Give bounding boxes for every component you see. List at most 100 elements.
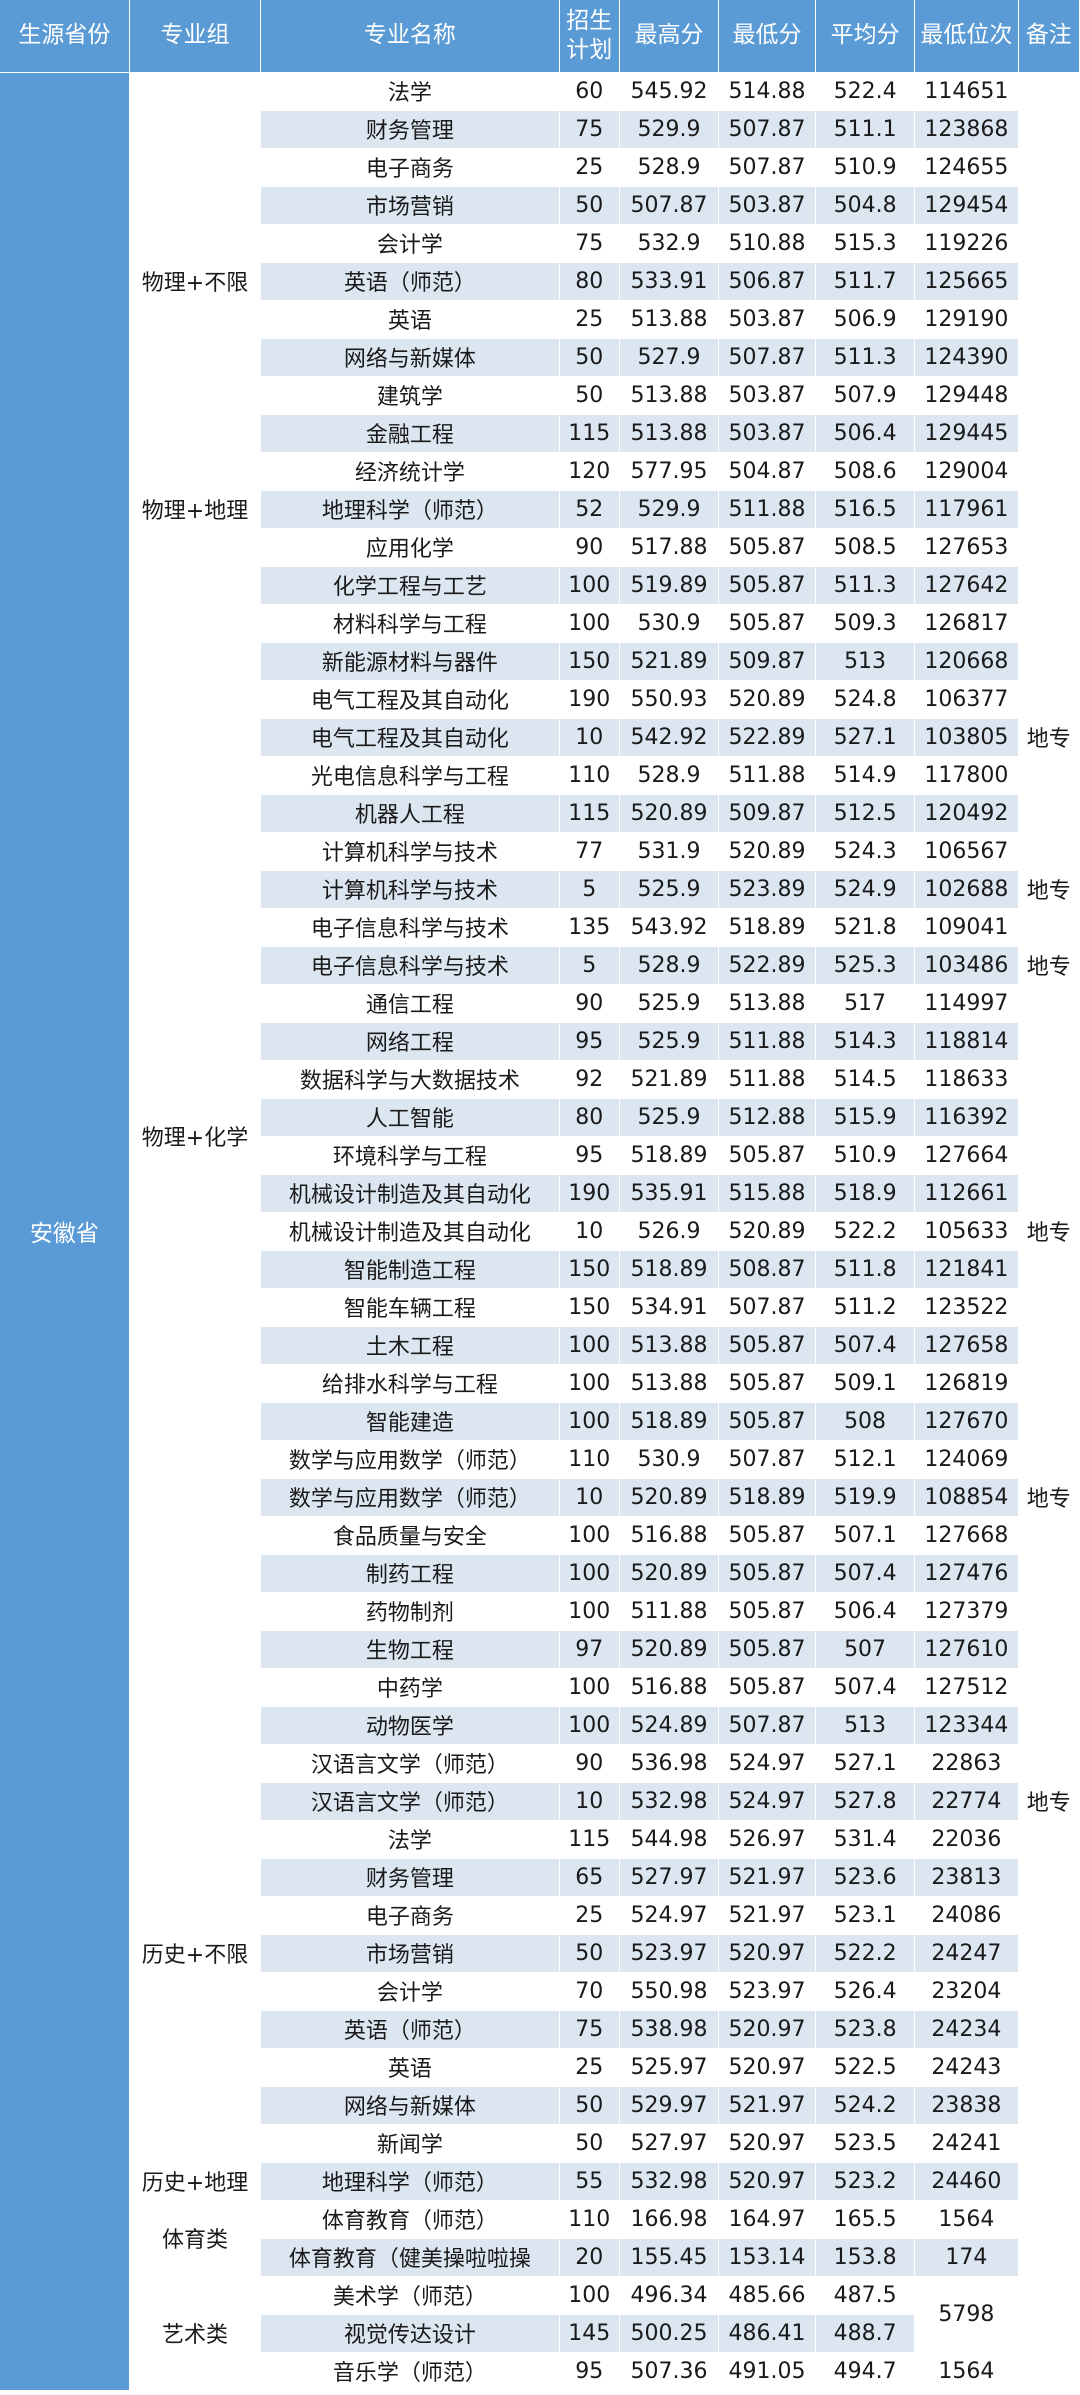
avg-score-cell: 509.1 xyxy=(815,1364,916,1403)
max-score-cell: 529.9 xyxy=(619,110,720,149)
plan-cell: 115 xyxy=(559,1820,620,1859)
major-cell: 应用化学 xyxy=(260,528,560,567)
plan-cell: 190 xyxy=(559,680,620,719)
note-cell xyxy=(1018,1440,1080,1479)
min-score-cell: 520.97 xyxy=(718,2010,817,2049)
min-score-cell: 503.87 xyxy=(718,186,817,225)
plan-cell: 100 xyxy=(559,2276,620,2315)
max-score-cell: 521.89 xyxy=(619,1060,720,1099)
max-score-cell: 542.92 xyxy=(619,718,720,757)
plan-cell: 145 xyxy=(559,2314,620,2353)
avg-score-cell: 511.3 xyxy=(815,338,916,377)
min-rank-cell: 24234 xyxy=(914,2010,1019,2049)
major-cell: 土木工程 xyxy=(260,1326,560,1365)
min-rank-cell: 22863 xyxy=(914,1744,1019,1783)
plan-cell: 25 xyxy=(559,148,620,187)
major-cell: 地理科学（师范） xyxy=(260,2162,560,2201)
major-cell: 电子信息科学与技术 xyxy=(260,946,560,985)
avg-score-cell: 518.9 xyxy=(815,1174,916,1213)
min-rank-cell: 118814 xyxy=(914,1022,1019,1061)
min-score-cell: 511.88 xyxy=(718,490,817,529)
major-cell: 金融工程 xyxy=(260,414,560,453)
max-score-cell: 526.9 xyxy=(619,1212,720,1251)
major-cell: 市场营销 xyxy=(260,186,560,225)
table-row: 物理+地理 地理科学（师范） 52 529.9 511.88 516.5 117961 xyxy=(0,490,1080,529)
major-cell: 会计学 xyxy=(260,1972,560,2011)
min-rank-cell: 129190 xyxy=(914,300,1019,339)
major-cell: 新闻学 xyxy=(260,2124,560,2163)
min-rank-cell: 106377 xyxy=(914,680,1019,719)
min-rank-cell: 129004 xyxy=(914,452,1019,491)
note-cell xyxy=(1018,376,1080,415)
note-cell xyxy=(1018,1516,1080,1555)
min-score-cell: 511.88 xyxy=(718,756,817,795)
max-score-cell: 523.97 xyxy=(619,1934,720,1973)
note-cell xyxy=(1018,2238,1080,2277)
group-cell: 物理+不限 xyxy=(129,72,262,491)
min-score-cell: 520.97 xyxy=(718,1934,817,1973)
max-score-cell: 500.25 xyxy=(619,2314,720,2353)
note-cell: 地专 xyxy=(1018,1478,1080,1517)
max-score-cell: 518.89 xyxy=(619,1250,720,1289)
min-score-cell: 507.87 xyxy=(718,1440,817,1479)
avg-score-cell: 525.3 xyxy=(815,946,916,985)
major-cell: 计算机科学与技术 xyxy=(260,832,560,871)
note-cell xyxy=(1018,2352,1080,2391)
note-cell xyxy=(1018,110,1080,149)
min-rank-cell: 1564 xyxy=(914,2200,1019,2239)
avg-score-cell: 506.4 xyxy=(815,414,916,453)
plan-cell: 80 xyxy=(559,262,620,301)
plan-cell: 25 xyxy=(559,1896,620,1935)
plan-cell: 25 xyxy=(559,2048,620,2087)
max-score-cell: 527.9 xyxy=(619,338,720,377)
note-cell xyxy=(1018,1288,1080,1327)
note-cell xyxy=(1018,832,1080,871)
header-group: 专业组 xyxy=(129,0,262,73)
avg-score-cell: 523.2 xyxy=(815,2162,916,2201)
min-score-cell: 509.87 xyxy=(718,642,817,681)
min-score-cell: 505.87 xyxy=(718,1554,817,1593)
min-rank-cell: 112661 xyxy=(914,1174,1019,1213)
min-score-cell: 520.97 xyxy=(718,2048,817,2087)
min-score-cell: 507.87 xyxy=(718,338,817,377)
min-rank-cell: 24247 xyxy=(914,1934,1019,1973)
avg-score-cell: 527.1 xyxy=(815,1744,916,1783)
min-rank-cell: 126817 xyxy=(914,604,1019,643)
plan-cell: 50 xyxy=(559,376,620,415)
min-score-cell: 510.88 xyxy=(718,224,817,263)
major-cell: 网络与新媒体 xyxy=(260,2086,560,2125)
min-rank-cell: 24241 xyxy=(914,2124,1019,2163)
table-row: 历史+不限 汉语言文学（师范） 90 536.98 524.97 527.1 22863 xyxy=(0,1744,1080,2163)
major-cell: 汉语言文学（师范） xyxy=(260,1744,560,1783)
avg-score-cell: 512.5 xyxy=(815,794,916,833)
min-score-cell: 518.89 xyxy=(718,1478,817,1517)
min-score-cell: 512.88 xyxy=(718,1098,817,1137)
note-cell: 地专 xyxy=(1018,718,1080,757)
min-rank-cell: 127476 xyxy=(914,1554,1019,1593)
min-score-cell: 505.87 xyxy=(718,604,817,643)
major-cell: 环境科学与工程 xyxy=(260,1136,560,1175)
min-rank-cell: 123344 xyxy=(914,1706,1019,1745)
max-score-cell: 544.98 xyxy=(619,1820,720,1859)
header-row: 生源省份 专业组 专业名称 招生 计划 最高分 最低分 平均分 最低位次 备注 xyxy=(0,0,1080,73)
table-row: 物理+化学 应用化学 90 517.88 505.87 508.5 127653 xyxy=(0,528,1080,1745)
avg-score-cell: 513 xyxy=(815,1706,916,1745)
major-cell: 新能源材料与器件 xyxy=(260,642,560,681)
note-cell xyxy=(1018,2200,1080,2239)
plan-cell: 75 xyxy=(559,224,620,263)
max-score-cell: 529.9 xyxy=(619,490,720,529)
major-cell: 智能车辆工程 xyxy=(260,1288,560,1327)
max-score-cell: 513.88 xyxy=(619,300,720,339)
plan-cell: 10 xyxy=(559,1782,620,1821)
max-score-cell: 530.9 xyxy=(619,1440,720,1479)
note-cell xyxy=(1018,1364,1080,1403)
major-cell: 电子信息科学与技术 xyxy=(260,908,560,947)
plan-cell: 90 xyxy=(559,984,620,1023)
header-max: 最高分 xyxy=(619,0,720,73)
note-cell xyxy=(1018,604,1080,643)
min-rank-cell: 116392 xyxy=(914,1098,1019,1137)
max-score-cell: 513.88 xyxy=(619,376,720,415)
min-rank-cell: 124390 xyxy=(914,338,1019,377)
plan-cell: 25 xyxy=(559,300,620,339)
plan-cell: 10 xyxy=(559,718,620,757)
